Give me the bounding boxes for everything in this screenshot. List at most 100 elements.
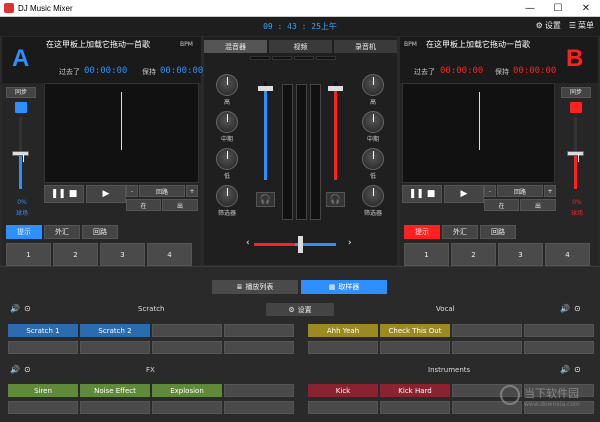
deck-a-headphones-button[interactable]: 🎧: [256, 192, 275, 207]
tab-fx[interactable]: 外汇: [44, 225, 80, 239]
tab-mixer[interactable]: 混音器: [204, 40, 267, 53]
pad-2[interactable]: 2: [451, 243, 496, 266]
deck-b-sync-button[interactable]: 同步: [561, 87, 591, 98]
sample-check-this-out[interactable]: Check This Out: [380, 324, 450, 337]
tab-recorder[interactable]: 录音机: [334, 40, 397, 53]
pad-2[interactable]: 2: [53, 243, 98, 266]
loop-plus-button[interactable]: +: [544, 185, 556, 197]
tab-loop[interactable]: 回路: [82, 225, 118, 239]
sample-empty[interactable]: [308, 401, 378, 414]
play-circle-icon[interactable]: ⊙: [574, 304, 581, 313]
sample-siren[interactable]: Siren: [8, 384, 78, 397]
main-menu-button[interactable]: ☰ 菜单: [569, 20, 594, 31]
sample-empty[interactable]: [524, 324, 594, 337]
tab-cue[interactable]: 提示: [404, 225, 440, 239]
sample-kick[interactable]: Kick: [308, 384, 378, 397]
sample-empty[interactable]: [224, 401, 294, 414]
sample-empty[interactable]: [308, 341, 378, 354]
loop-in-button[interactable]: 在: [126, 199, 161, 211]
sample-empty[interactable]: [152, 401, 222, 414]
deck-a-sync-button[interactable]: 同步: [6, 87, 36, 98]
sample-noise-effect[interactable]: Noise Effect: [80, 384, 150, 397]
sample-empty[interactable]: [80, 341, 150, 354]
volume-icon[interactable]: 🔊: [10, 304, 20, 313]
sample-empty[interactable]: [380, 341, 450, 354]
sample-empty[interactable]: [8, 401, 78, 414]
play-circle-icon[interactable]: ⊙: [24, 365, 31, 374]
deck-b-pause-stop-button[interactable]: ❚❚ ■: [402, 185, 442, 203]
deck-b-low-knob[interactable]: [362, 148, 384, 170]
sample-empty[interactable]: [224, 324, 294, 337]
playlist-button[interactable]: ≣ 播放列表: [212, 280, 298, 294]
tab-video[interactable]: 视频: [269, 40, 332, 53]
fader-knob[interactable]: [328, 86, 343, 91]
tab-fx[interactable]: 外汇: [442, 225, 478, 239]
crossfader[interactable]: [254, 243, 336, 246]
sample-empty[interactable]: [224, 384, 294, 397]
deck-b-play-button[interactable]: ▶: [444, 185, 484, 203]
deck-b-filter-knob[interactable]: [362, 185, 384, 207]
deck-a-pitch-slider[interactable]: [12, 117, 29, 189]
deck-a-mid-knob[interactable]: [216, 111, 238, 133]
sample-empty[interactable]: [452, 341, 522, 354]
volume-icon[interactable]: 🔊: [560, 365, 570, 374]
sample-empty[interactable]: [380, 401, 450, 414]
sampler-settings-button[interactable]: ⚙ 设置: [266, 303, 334, 316]
deck-a-filter-knob[interactable]: [216, 185, 238, 207]
sample-empty[interactable]: [152, 324, 222, 337]
sample-kick-hard[interactable]: Kick Hard: [380, 384, 450, 397]
sample-scratch-2[interactable]: Scratch 2: [80, 324, 150, 337]
deck-b-mid-knob[interactable]: [362, 111, 384, 133]
sample-empty[interactable]: [452, 324, 522, 337]
deck-b-high-knob[interactable]: [362, 74, 384, 96]
sample-explosion[interactable]: Explosion: [152, 384, 222, 397]
pad-4[interactable]: 4: [545, 243, 590, 266]
play-circle-icon[interactable]: ⊙: [24, 304, 31, 313]
pad-3[interactable]: 3: [498, 243, 543, 266]
sample-empty[interactable]: [8, 341, 78, 354]
loop-in-button[interactable]: 在: [484, 199, 519, 211]
deck-b-headphones-button[interactable]: 🎧: [326, 192, 345, 207]
sample-empty[interactable]: [80, 401, 150, 414]
pad-1[interactable]: 1: [404, 243, 449, 266]
sample-empty[interactable]: [524, 341, 594, 354]
play-circle-icon[interactable]: ⊙: [574, 365, 581, 374]
deck-b-waveform[interactable]: [402, 83, 555, 183]
deck-a-low-knob[interactable]: [216, 148, 238, 170]
sample-scratch-1[interactable]: Scratch 1: [8, 324, 78, 337]
deck-a-play-button[interactable]: ▶: [86, 185, 126, 203]
pitch-knob[interactable]: [12, 151, 29, 162]
loop-out-button[interactable]: 出: [162, 199, 198, 211]
fader-knob[interactable]: [258, 86, 273, 91]
pad-4[interactable]: 4: [147, 243, 192, 266]
volume-icon[interactable]: 🔊: [10, 365, 20, 374]
close-button[interactable]: ✕: [572, 0, 600, 17]
maximize-button[interactable]: ☐: [544, 0, 572, 17]
loop-minus-button[interactable]: -: [484, 185, 496, 197]
lock-icon[interactable]: [570, 102, 582, 113]
loop-button[interactable]: 回路: [497, 185, 543, 197]
minimize-button[interactable]: —: [516, 0, 544, 17]
settings-menu-button[interactable]: ⚙ 设置: [536, 20, 561, 31]
crossfader-knob[interactable]: [298, 236, 303, 253]
tab-loop[interactable]: 回路: [480, 225, 516, 239]
loop-minus-button[interactable]: -: [126, 185, 138, 197]
loop-button[interactable]: 回路: [139, 185, 185, 197]
loop-out-button[interactable]: 出: [520, 199, 556, 211]
loop-plus-button[interactable]: +: [186, 185, 198, 197]
sampler-button[interactable]: ▦ 取样器: [301, 280, 387, 294]
volume-icon[interactable]: 🔊: [560, 304, 570, 313]
deck-b-pitch-slider[interactable]: [567, 117, 584, 189]
sample-empty[interactable]: [152, 341, 222, 354]
lock-icon[interactable]: [15, 102, 27, 113]
pitch-knob[interactable]: [567, 151, 584, 162]
deck-a-high-knob[interactable]: [216, 74, 238, 96]
pad-1[interactable]: 1: [6, 243, 51, 266]
pad-3[interactable]: 3: [100, 243, 145, 266]
tab-cue[interactable]: 提示: [6, 225, 42, 239]
deck-a-waveform[interactable]: [44, 83, 199, 183]
deck-a-volume-fader[interactable]: [258, 82, 273, 180]
sample-empty[interactable]: [224, 341, 294, 354]
deck-b-volume-fader[interactable]: [328, 82, 343, 180]
deck-a-pause-stop-button[interactable]: ❚❚ ■: [44, 185, 84, 203]
